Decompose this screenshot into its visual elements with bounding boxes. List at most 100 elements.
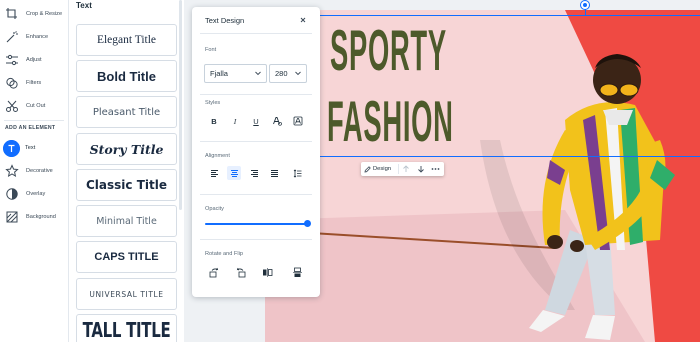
- tool-label: Crop & Resize: [26, 11, 63, 17]
- rotate-right-button[interactable]: [233, 265, 247, 279]
- tool-enhance[interactable]: Enhance: [0, 26, 68, 48]
- font-size-dropdown[interactable]: 280: [269, 64, 307, 83]
- line-spacing-button[interactable]: [290, 166, 304, 180]
- tool-filters[interactable]: Filters: [0, 72, 68, 94]
- filters-icon: [6, 77, 18, 89]
- opacity-label: Opacity: [205, 206, 224, 212]
- align-justify-button[interactable]: [267, 166, 281, 180]
- preset-tall-title[interactable]: TALL TITLE: [76, 314, 177, 342]
- scissors-icon: [6, 100, 18, 112]
- tool-crop-resize[interactable]: Crop & Resize: [0, 3, 68, 25]
- align-left-icon: [210, 169, 218, 177]
- preset-tall-title-label: TALL TITLE: [82, 317, 171, 342]
- preset-caps-title[interactable]: CAPS TITLE: [76, 241, 177, 273]
- pencil-icon: [364, 165, 371, 173]
- divider: [200, 94, 312, 95]
- font-value: Fjalla: [210, 69, 228, 78]
- preset-universal-title[interactable]: UNIVERSAL TITLE: [76, 278, 177, 310]
- flip-vertical-button[interactable]: [290, 265, 304, 279]
- highlight-icon: [293, 116, 303, 126]
- element-label: Text: [25, 145, 36, 151]
- tool-cut-out[interactable]: Cut Out: [0, 95, 68, 117]
- add-element-heading: ADD AN ELEMENT: [5, 125, 56, 131]
- rail-divider: [4, 120, 64, 121]
- move-down-icon[interactable]: [417, 165, 425, 173]
- preset-bold-title[interactable]: Bold Title: [76, 60, 177, 92]
- tool-label: Enhance: [26, 34, 49, 40]
- divider: [200, 33, 312, 34]
- text-design-title: Text Design: [205, 16, 245, 25]
- opacity-slider-thumb[interactable]: [304, 220, 311, 227]
- toolbar-divider: [398, 164, 399, 174]
- canvas-title-line2[interactable]: FASHION: [327, 91, 454, 156]
- rotate-right-icon: [236, 267, 245, 277]
- divider: [200, 239, 312, 240]
- move-up-icon[interactable]: [402, 165, 410, 173]
- tool-rail: Crop & Resize Enhance Adjust Filters Cut…: [0, 0, 68, 342]
- italic-button[interactable]: I: [228, 114, 242, 128]
- text-color-icon: [273, 117, 282, 126]
- font-size-value: 280: [275, 69, 288, 78]
- divider: [200, 141, 312, 142]
- text-color-button[interactable]: [270, 114, 284, 128]
- more-icon[interactable]: [431, 165, 440, 173]
- bold-button[interactable]: B: [207, 114, 221, 128]
- element-toolbar: Design: [361, 162, 444, 176]
- rotate-left-button[interactable]: [207, 265, 221, 279]
- flip-horizontal-icon: [262, 267, 272, 277]
- preset-elegant-title[interactable]: Elegant Title: [76, 24, 177, 56]
- opacity-slider[interactable]: [205, 220, 311, 227]
- alignment-label: Alignment: [205, 153, 230, 159]
- preset-story-title[interactable]: Story Title: [76, 133, 177, 165]
- preset-minimal-title[interactable]: Minimal Title: [76, 205, 177, 237]
- styles-label: Styles: [205, 100, 221, 106]
- overlay-icon: [6, 188, 18, 200]
- opacity-slider-fill: [205, 223, 307, 225]
- sliders-icon: [6, 54, 18, 66]
- underline-button[interactable]: U: [249, 114, 263, 128]
- close-icon[interactable]: [299, 16, 307, 24]
- divider: [200, 194, 312, 195]
- flip-horizontal-button[interactable]: [260, 265, 274, 279]
- tool-label: Filters: [26, 80, 42, 86]
- tool-label: Adjust: [26, 57, 42, 63]
- align-left-button[interactable]: [207, 166, 221, 180]
- font-dropdown[interactable]: Fjalla: [204, 64, 267, 83]
- chevron-down-icon: [295, 71, 301, 76]
- align-right-icon: [250, 169, 258, 177]
- magic-wand-icon: [6, 31, 18, 43]
- text-design-panel: Text Design Font Fjalla 280 Styles B I U…: [192, 7, 320, 297]
- element-overlay[interactable]: Overlay: [0, 183, 68, 205]
- rotate-flip-label: Rotate and Flip: [205, 251, 243, 257]
- design-button[interactable]: Design: [364, 164, 391, 174]
- decorative-icon: [5, 164, 19, 178]
- element-label: Overlay: [26, 191, 46, 197]
- align-center-button[interactable]: [227, 166, 241, 180]
- crop-icon: [6, 8, 17, 19]
- font-label: Font: [205, 47, 217, 53]
- tool-adjust[interactable]: Adjust: [0, 49, 68, 71]
- rotate-handle[interactable]: [581, 1, 589, 9]
- canvas-title-line1[interactable]: SPORTY: [330, 20, 447, 85]
- preset-pleasant-title[interactable]: Pleasant Title: [76, 96, 177, 128]
- panel-title: Text: [76, 1, 92, 10]
- panel-scrollbar[interactable]: [179, 0, 182, 210]
- rotate-left-icon: [209, 267, 218, 277]
- background-icon: [6, 211, 18, 223]
- element-background[interactable]: Background: [0, 206, 68, 228]
- align-justify-icon: [270, 169, 278, 177]
- design-button-label: Design: [373, 166, 392, 172]
- element-label: Decorative: [26, 168, 53, 174]
- text-presets-panel: Text Elegant Title Bold Title Pleasant T…: [68, 0, 183, 342]
- align-right-button[interactable]: [247, 166, 261, 180]
- rotate-handle-stem: [585, 9, 586, 15]
- chevron-down-icon: [255, 71, 261, 76]
- tool-label: Cut Out: [26, 103, 46, 109]
- flip-vertical-icon: [292, 267, 302, 277]
- text-icon: [3, 139, 20, 157]
- element-text[interactable]: Text: [0, 137, 68, 159]
- preset-classic-title[interactable]: Classic Title: [76, 169, 177, 201]
- element-label: Background: [26, 214, 56, 220]
- highlight-button[interactable]: [291, 114, 305, 128]
- element-decorative[interactable]: Decorative: [0, 160, 68, 182]
